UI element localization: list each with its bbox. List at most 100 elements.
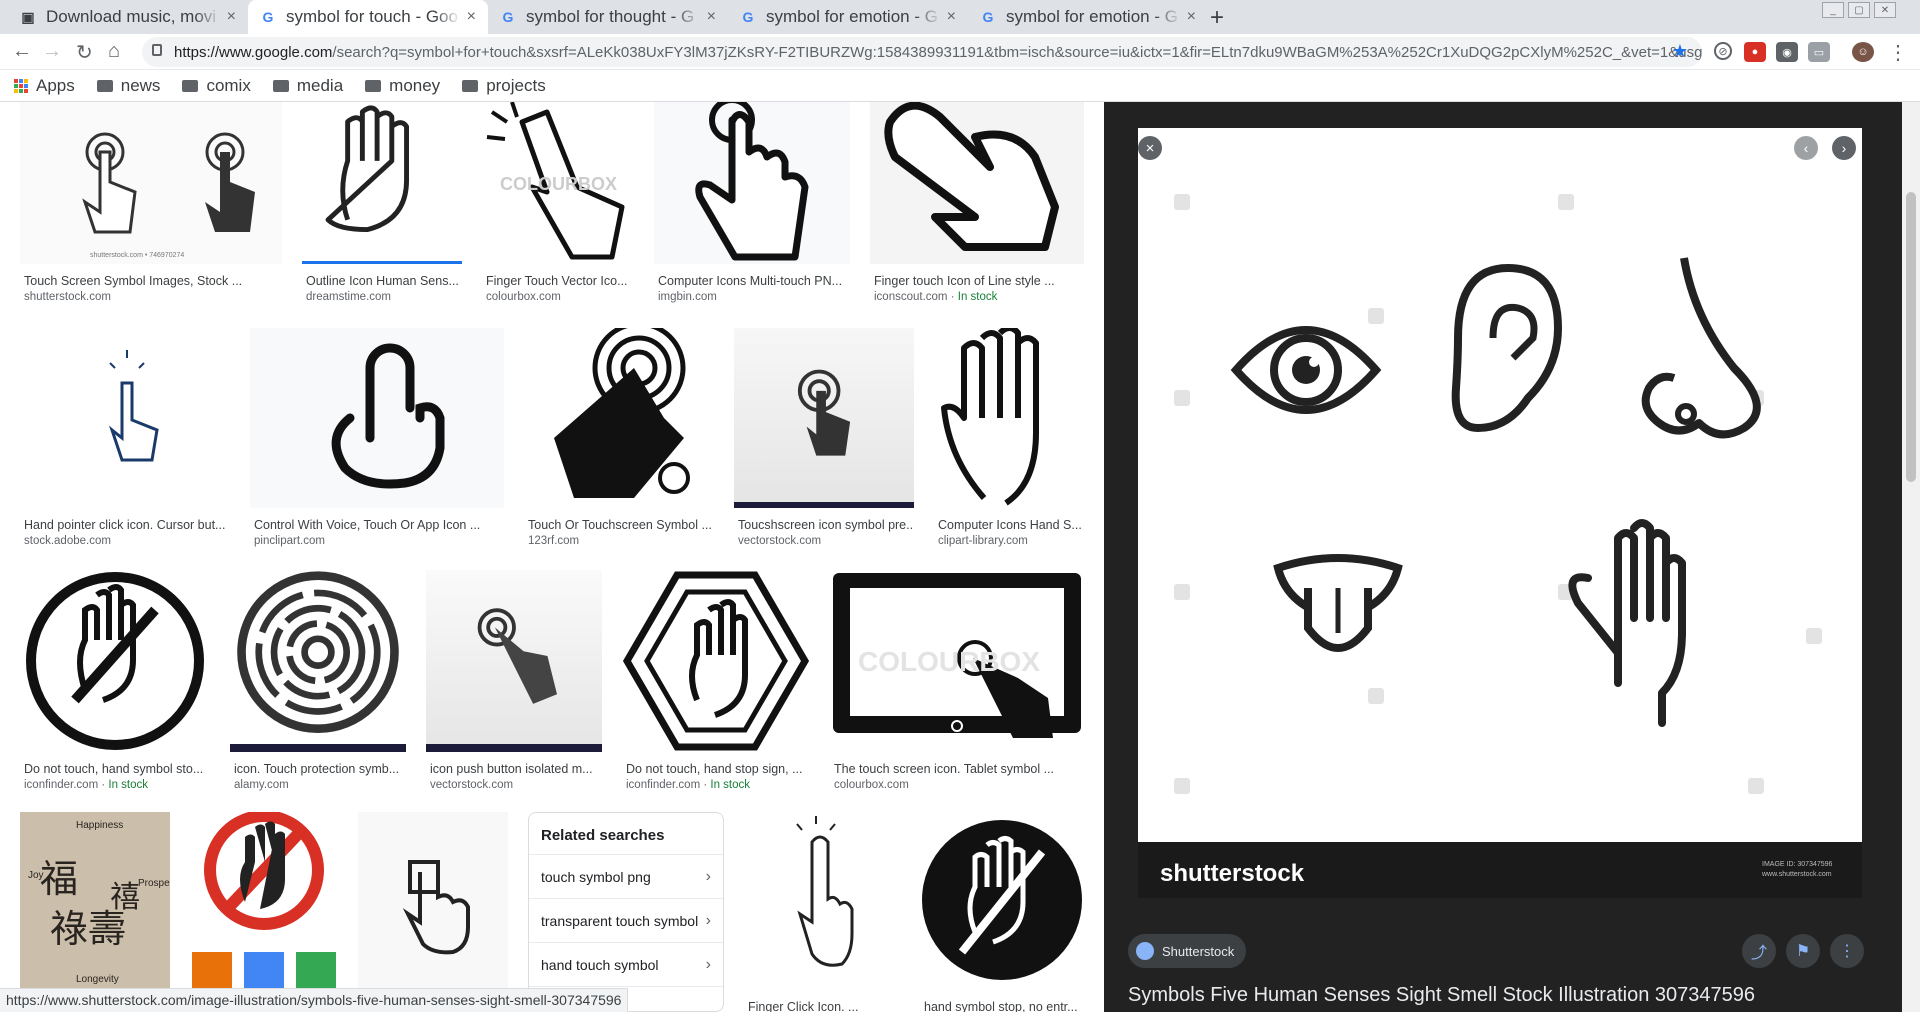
more-options-icon[interactable]: ⋮ <box>1830 934 1864 968</box>
bookmark-projects[interactable]: projects <box>462 76 546 96</box>
tab-title: symbol for emotion - G <box>766 7 938 26</box>
result-image <box>20 328 230 508</box>
result-card[interactable]: Computer Icons Multi-touch PN... imgbin.… <box>654 102 850 303</box>
folder-icon <box>182 79 199 92</box>
bookmark-comix[interactable]: comix <box>182 76 251 96</box>
reload-icon[interactable]: ↻ <box>76 40 93 65</box>
result-card[interactable]: Outline Icon Human Sens... dreamstime.co… <box>302 102 462 303</box>
tab-symbol-for-emotion-2[interactable]: G symbol for emotion - G × <box>968 0 1208 34</box>
result-domain: imgbin.com <box>658 291 717 303</box>
result-card[interactable]: icon. Touch protection symb... alamy.com <box>230 570 406 791</box>
maximize-button[interactable]: ▢ <box>1848 2 1870 18</box>
tab-title: Download music, movi <box>46 7 217 26</box>
result-card[interactable]: icon push button isolated m... vectorsto… <box>426 570 602 791</box>
result-image <box>20 570 210 752</box>
new-tab-button[interactable]: + <box>1210 4 1224 32</box>
profile-avatar[interactable]: ☺ <box>1852 42 1874 62</box>
result-image <box>524 328 714 508</box>
close-tab-icon[interactable]: × <box>227 8 236 26</box>
page-scrollbar[interactable] <box>1902 102 1920 1012</box>
shutterstock-logo: shutterstock <box>1160 860 1305 887</box>
close-tab-icon[interactable]: × <box>1187 8 1196 26</box>
back-arrow-icon[interactable]: ← <box>12 40 32 63</box>
related-search-item[interactable]: hand touch symbol › <box>529 943 723 987</box>
result-card[interactable]: Control With Voice, Touch Or App Icon ..… <box>250 328 504 547</box>
result-card[interactable]: COLOURBOX Finger Touch Vector Ico... col… <box>482 102 634 303</box>
address-bar[interactable]: https://www.google.com/search?q=symbol+f… <box>142 37 1702 67</box>
result-image <box>920 812 1084 992</box>
tab-strip: ▣ Download music, movi × G symbol for to… <box>0 0 1920 34</box>
result-caption: Computer Icons Hand S... <box>938 518 1082 532</box>
scrollbar-thumb[interactable] <box>1906 192 1916 482</box>
minimize-button[interactable]: _ <box>1822 2 1844 18</box>
related-search-item[interactable]: transparent touch symbol › <box>529 899 723 943</box>
forward-arrow-icon[interactable]: → <box>42 40 62 63</box>
tab-symbol-for-thought[interactable]: G symbol for thought - G × <box>488 0 728 34</box>
tab-symbol-for-emotion[interactable]: G symbol for emotion - G × <box>728 0 968 34</box>
extension-badge-icon[interactable]: ● <box>1744 42 1766 62</box>
result-domain: dreamstime.com <box>306 291 391 303</box>
result-card[interactable]: Finger touch Icon of Line style ... icon… <box>870 102 1084 303</box>
image-watermark-text: COLOURBOX <box>858 646 1040 677</box>
result-caption: Finger Touch Vector Ico... <box>486 274 628 288</box>
result-card[interactable]: shutterstock.com • 746970274 Touch Scree… <box>20 102 282 303</box>
next-arrow-icon[interactable]: › <box>1832 136 1856 160</box>
globe-icon <box>1136 942 1154 960</box>
close-tab-icon[interactable]: × <box>947 8 956 26</box>
source-label: Shutterstock <box>1162 943 1235 959</box>
image-watermark-text: COLOURBOX <box>500 174 617 194</box>
result-image <box>302 102 462 264</box>
bookmark-media[interactable]: media <box>272 75 344 96</box>
camera-extension-icon[interactable]: ◉ <box>1776 42 1798 62</box>
close-tab-icon[interactable]: × <box>707 8 716 26</box>
close-preview-icon[interactable]: × <box>1138 136 1162 160</box>
result-card[interactable]: Do not touch, hand stop sign, ... iconfi… <box>622 570 810 791</box>
result-card[interactable]: COLOURBOX The touch screen icon. Tablet … <box>830 570 1084 791</box>
image-preview-panel: shutterstock IMAGE ID: 307347596 www.shut… <box>1104 102 1902 1012</box>
menu-dots-icon[interactable]: ⋮ <box>1888 40 1908 65</box>
result-card[interactable]: Do not touch, hand symbol sto... iconfin… <box>20 570 210 791</box>
result-card[interactable] <box>190 812 338 1012</box>
save-bookmark-icon[interactable]: ⚑ <box>1786 934 1820 968</box>
result-domain: clipart-library.com <box>938 535 1028 547</box>
source-chip[interactable]: Shutterstock <box>1128 934 1247 968</box>
result-caption: icon. Touch protection symb... <box>234 762 400 776</box>
bookmark-label: projects <box>486 75 546 95</box>
url-path: /search?q=symbol+for+touch&sxsrf=ALeKk03… <box>332 43 1702 61</box>
previous-arrow-icon[interactable]: ‹ <box>1794 136 1818 160</box>
result-caption: Touch Or Touchscreen Symbol ... <box>528 518 712 532</box>
tab-download-music[interactable]: ▣ Download music, movi × <box>8 0 248 34</box>
preview-title[interactable]: Symbols Five Human Senses Sight Smell St… <box>1128 984 1755 1007</box>
bookmark-news[interactable]: news <box>96 75 161 96</box>
bookmark-star-icon[interactable]: ★ <box>1672 41 1688 62</box>
folder-icon <box>96 79 113 92</box>
result-card[interactable]: Finger Click Icon. ... <box>744 812 900 1012</box>
close-tab-icon[interactable]: × <box>467 8 476 26</box>
result-card[interactable]: Touch Or Touchscreen Symbol ... 123rf.co… <box>524 328 714 547</box>
result-image <box>654 102 850 264</box>
result-card[interactable]: Computer Icons Hand S... clipart-library… <box>934 328 1084 547</box>
result-card[interactable]: Hand pointer click icon. Cursor but... s… <box>20 328 230 547</box>
preview-image[interactable] <box>1138 128 1862 898</box>
tab-title: symbol for thought - G <box>526 7 695 26</box>
bookmark-label: media <box>296 75 344 95</box>
close-window-button[interactable]: ✕ <box>1874 2 1896 18</box>
result-domain: alamy.com <box>234 779 289 791</box>
result-caption: Hand pointer click icon. Cursor but... <box>24 518 226 532</box>
home-icon[interactable]: ⌂ <box>108 40 120 63</box>
result-card[interactable] <box>358 812 508 1012</box>
block-extension-icon[interactable]: ⊘ <box>1714 42 1732 60</box>
tab-symbol-for-touch[interactable]: G symbol for touch - Goo × <box>248 0 488 34</box>
bookmark-money[interactable]: money <box>365 76 440 96</box>
result-card[interactable]: 福祿壽禧 Happiness Joy Prosper Longevity <box>20 812 170 1012</box>
bookmark-apps[interactable]: Apps <box>14 76 75 96</box>
related-search-item[interactable]: touch symbol png › <box>529 855 723 899</box>
share-icon[interactable]: ⤴ <box>1742 934 1776 968</box>
bookmark-label: news <box>120 75 161 95</box>
chevron-right-icon: › <box>705 911 711 929</box>
result-caption: icon push button isolated m... <box>430 762 593 776</box>
result-card[interactable]: hand symbol stop, no entr... <box>920 812 1084 1012</box>
result-card[interactable]: Toucshscreen icon symbol pre... vectorst… <box>734 328 914 547</box>
result-caption: Outline Icon Human Sens... <box>306 274 459 288</box>
screen-extension-icon[interactable]: ▭ <box>1808 42 1830 62</box>
